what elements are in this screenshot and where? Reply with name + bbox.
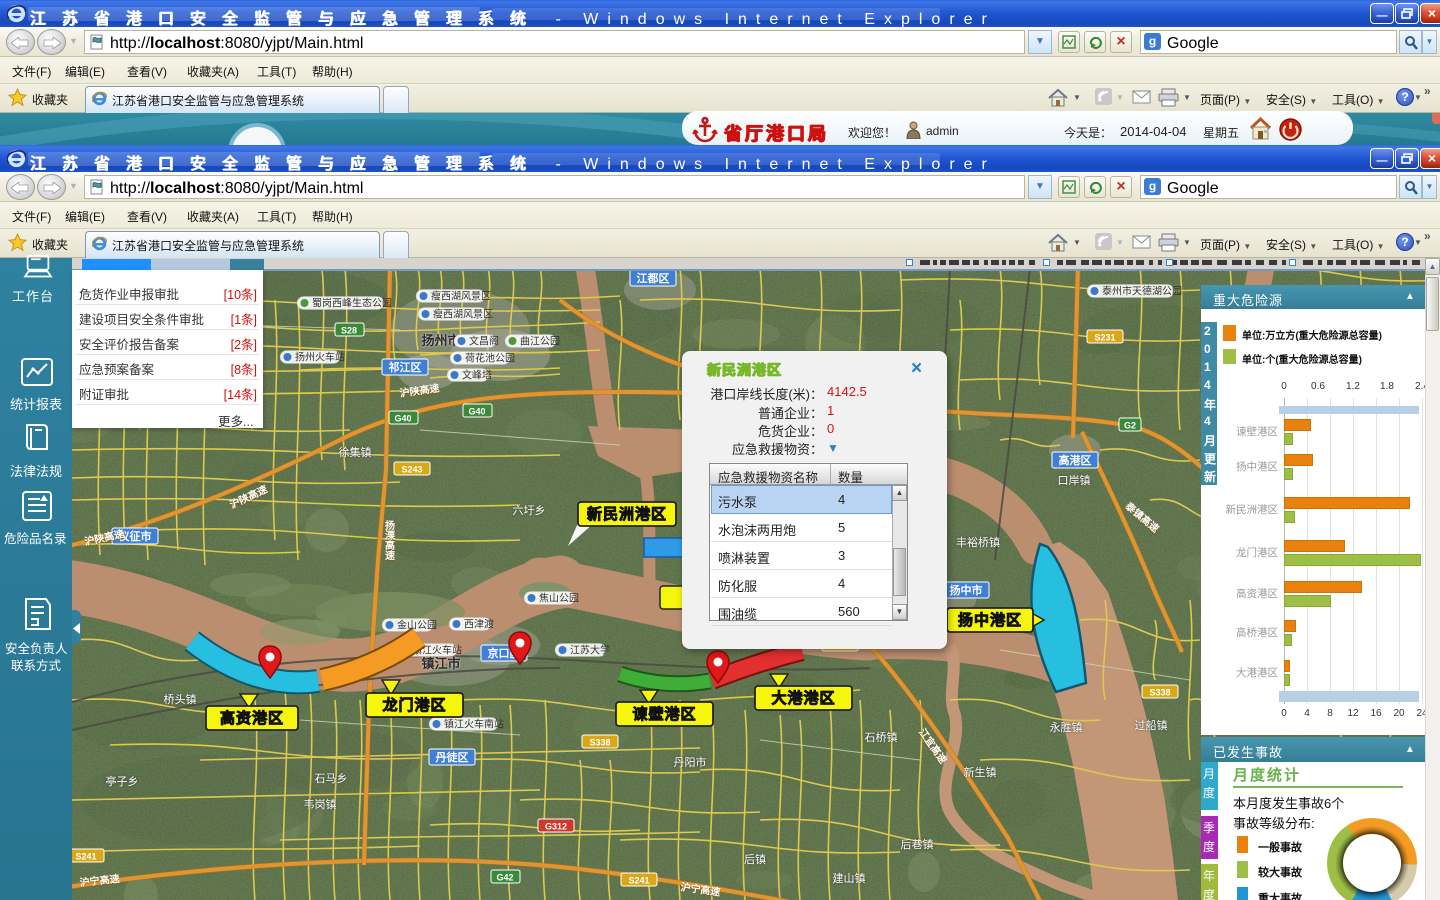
svg-text:西津渡: 西津渡 xyxy=(464,618,494,631)
svg-text:江都区: 江都区 xyxy=(637,271,670,285)
svg-text:文昌阁: 文昌阁 xyxy=(469,335,499,348)
svg-text:曲江公园: 曲江公园 xyxy=(520,336,560,348)
svg-text:G312: G312 xyxy=(545,822,567,832)
svg-text:S241: S241 xyxy=(628,876,649,886)
svg-text:瘦西湖风景区: 瘦西湖风景区 xyxy=(431,290,491,303)
svg-text:G40: G40 xyxy=(394,414,411,424)
svg-text:丰裕桥镇: 丰裕桥镇 xyxy=(956,535,1000,549)
svg-text:谏壁港区: 谏壁港区 xyxy=(632,705,696,723)
svg-text:G42: G42 xyxy=(496,873,513,883)
svg-text:扬中港区: 扬中港区 xyxy=(958,611,1022,629)
svg-text:丹阳市: 丹阳市 xyxy=(674,755,707,769)
svg-text:文峰塔: 文峰塔 xyxy=(462,369,492,382)
svg-text:扬中市: 扬中市 xyxy=(950,583,983,597)
svg-text:G2: G2 xyxy=(1124,421,1136,431)
svg-text:江苏大学: 江苏大学 xyxy=(570,644,610,657)
svg-text:高港区: 高港区 xyxy=(1059,453,1092,467)
svg-text:泰州市天德湖公园: 泰州市天德湖公园 xyxy=(1102,285,1182,298)
svg-text:丹徒区: 丹徒区 xyxy=(436,750,469,764)
svg-text:扬溧高速: 扬溧高速 xyxy=(383,519,395,561)
svg-text:S338: S338 xyxy=(1149,688,1170,698)
svg-text:韦岗镇: 韦岗镇 xyxy=(304,797,337,811)
svg-text:镇江火车南站: 镇江火车南站 xyxy=(444,718,504,731)
svg-text:高资港区: 高资港区 xyxy=(220,709,284,727)
svg-text:S28: S28 xyxy=(341,326,357,336)
svg-text:桥头镇: 桥头镇 xyxy=(164,692,197,706)
svg-text:瘦西湖风景区: 瘦西湖风景区 xyxy=(433,308,493,321)
svg-text:S231: S231 xyxy=(1094,333,1115,343)
svg-text:S338: S338 xyxy=(589,738,610,748)
svg-text:后巷镇: 后巷镇 xyxy=(901,837,934,851)
svg-text:亭子乡: 亭子乡 xyxy=(106,774,139,788)
svg-text:祁江区: 祁江区 xyxy=(389,360,422,374)
svg-text:新生镇: 新生镇 xyxy=(964,765,997,779)
svg-text:金山公园: 金山公园 xyxy=(397,619,437,632)
svg-text:建山镇: 建山镇 xyxy=(833,871,866,885)
svg-text:永胜镇: 永胜镇 xyxy=(1050,720,1083,734)
svg-text:石马乡: 石马乡 xyxy=(315,772,348,785)
svg-text:蜀岗西峰生态公园: 蜀岗西峰生态公园 xyxy=(312,297,392,310)
svg-text:六圩乡: 六圩乡 xyxy=(513,504,546,517)
svg-text:扬州火车站: 扬州火车站 xyxy=(295,351,345,364)
svg-text:焦山公园: 焦山公园 xyxy=(539,592,579,605)
svg-text:徐集镇: 徐集镇 xyxy=(339,445,372,459)
svg-text:后镇: 后镇 xyxy=(744,852,766,866)
svg-text:口岸镇: 口岸镇 xyxy=(1058,473,1091,487)
svg-text:石桥镇: 石桥镇 xyxy=(865,730,898,744)
svg-text:荷花池公园: 荷花池公园 xyxy=(465,352,515,365)
svg-text:过船镇: 过船镇 xyxy=(1135,718,1168,732)
svg-text:镇江市: 镇江市 xyxy=(421,656,460,671)
svg-text:新民洲港区: 新民洲港区 xyxy=(587,505,667,523)
svg-text:G40: G40 xyxy=(468,407,485,417)
svg-text:S241: S241 xyxy=(75,852,96,862)
svg-text:大港港区: 大港港区 xyxy=(771,689,835,707)
svg-text:龙门港区: 龙门港区 xyxy=(381,696,446,714)
svg-text:S243: S243 xyxy=(401,465,422,475)
